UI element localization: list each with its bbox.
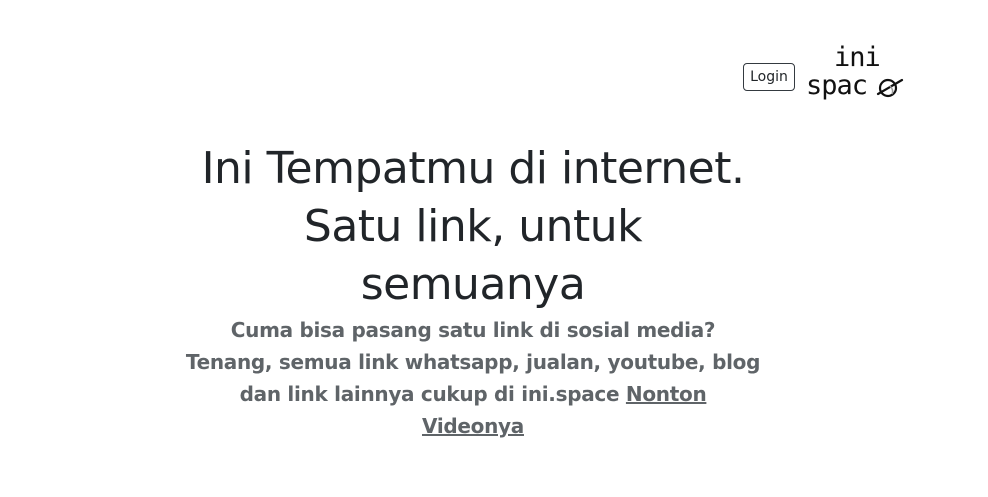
watch-video-link[interactable]: Nonton — [626, 382, 707, 406]
logo-text-spac: spac — [806, 70, 868, 101]
login-button[interactable]: Login — [743, 63, 795, 91]
hero-title-line: Satu link, untuk — [303, 201, 643, 252]
hero-subtitle-line: Videonya — [173, 410, 773, 442]
hero-section: Ini Tempatmu di internet. Satu link, unt… — [170, 140, 776, 442]
hero-subtitle: Cuma bisa pasang satu link di sosial med… — [173, 314, 773, 442]
hero-subtitle-text: dan link lainnya cukup di ini.space — [239, 382, 626, 406]
hero-subtitle-line: dan link lainnya cukup di ini.space Nont… — [173, 378, 773, 410]
hero-title-line: semuanya — [360, 259, 586, 310]
hero-title: Ini Tempatmu di internet. Satu link, unt… — [170, 140, 776, 314]
ini-space-logo[interactable]: ini spac — [804, 44, 908, 102]
planet-icon — [876, 78, 904, 98]
hero-subtitle-line: Tenang, semua link whatsapp, jualan, you… — [185, 350, 761, 374]
logo-text-ini: ini — [834, 42, 881, 73]
hero-subtitle-line: Cuma bisa pasang satu link di sosial med… — [230, 318, 716, 342]
hero-title-line: Ini Tempatmu di internet. — [201, 143, 745, 194]
watch-video-link-continued[interactable]: Videonya — [422, 414, 524, 438]
